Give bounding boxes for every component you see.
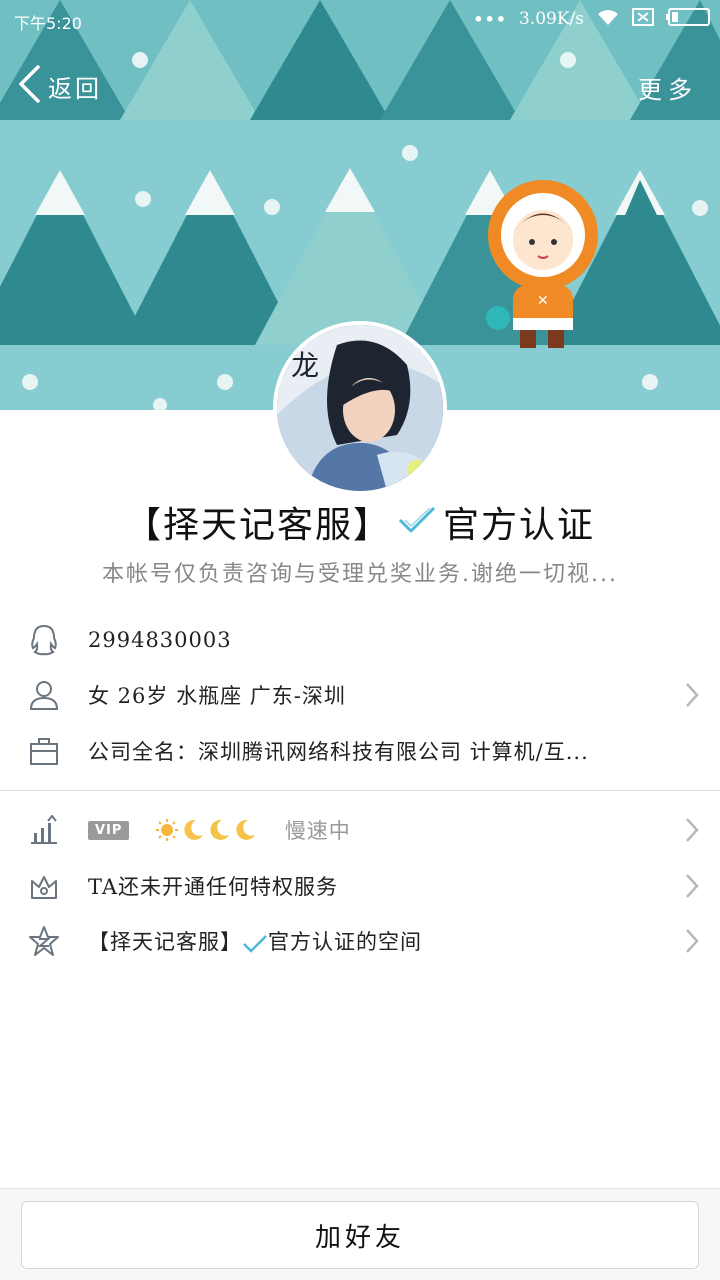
qq-icon [28, 624, 60, 656]
section-divider [0, 790, 720, 791]
nav-bar: 返回 更多 [0, 60, 720, 110]
qq-number-row: 2994830003 [0, 612, 720, 668]
moon-icon [184, 819, 204, 840]
avatar-image: 龙 [277, 325, 443, 491]
profile-name-row: 【择天记客服】 官方认证 [0, 494, 720, 550]
verified-check-icon [242, 930, 268, 954]
qzone-suffix: 官方认证的空间 [268, 930, 422, 954]
vip-level-row[interactable]: VIP 慢速中 [0, 802, 720, 858]
speed-status: 慢速中 [284, 819, 351, 843]
chevron-right-icon [684, 681, 700, 713]
chevron-right-icon [684, 816, 700, 848]
person-icon [28, 679, 60, 711]
vip-badge: VIP [88, 820, 130, 840]
certification-label: 官方认证 [443, 505, 596, 546]
level-icons [155, 818, 257, 842]
crown-icon [28, 870, 60, 902]
verified-check-icon [397, 505, 437, 539]
qq-number: 2994830003 [88, 628, 232, 652]
battery-icon [666, 8, 710, 30]
chevron-right-icon [684, 872, 700, 904]
privilege-row[interactable]: TA还未开通任何特权服务 [0, 858, 720, 914]
back-label: 返回 [48, 74, 102, 103]
company-row: 公司全名：深圳腾讯网络科技有限公司 计算机/互... [0, 723, 720, 779]
level-chart-icon [28, 814, 60, 846]
more-notifications-dots: ••• [473, 9, 507, 29]
chevron-right-icon [684, 927, 700, 959]
profile-bio: 本帐号仅负责咨询与受理兑奖业务.谢绝一切视... [102, 562, 618, 587]
back-button[interactable]: 返回 [16, 64, 102, 108]
wifi-icon [596, 8, 620, 30]
company-text: 公司全名：深圳腾讯网络科技有限公司 计算机/互... [88, 740, 589, 764]
qzone-text: 【择天记客服】 官方认证的空间 [88, 926, 422, 956]
qzone-owner-name: 【择天记客服】 [88, 930, 242, 954]
profile-name: 【择天记客服】 [124, 505, 391, 546]
company-icon [28, 735, 60, 767]
basic-info-text: 女 26岁 水瓶座 广东-深圳 [88, 684, 346, 708]
sun-icon [156, 819, 179, 841]
network-speed: 3.09K/s [518, 9, 584, 29]
svg-text:✕: ✕ [537, 293, 549, 309]
chevron-left-icon [16, 64, 42, 108]
basic-info-row[interactable]: 女 26岁 水瓶座 广东-深圳 [0, 667, 720, 723]
svg-text:龙: 龙 [291, 349, 319, 382]
bottom-bar: 加好友 [0, 1188, 720, 1280]
no-sim-icon [632, 8, 654, 30]
more-button[interactable]: 更多 [638, 70, 698, 105]
qzone-star-icon [28, 925, 60, 957]
privilege-text: TA还未开通任何特权服务 [88, 875, 339, 899]
moon-icon [210, 819, 230, 840]
status-bar: 下午5:20 ••• 3.09K/s [0, 0, 720, 40]
status-time: 下午5:20 [14, 14, 82, 33]
vip-level-content: VIP 慢速中 [88, 815, 351, 845]
qzone-row[interactable]: 【择天记客服】 官方认证的空间 [0, 913, 720, 969]
moon-icon [236, 819, 256, 840]
avatar[interactable]: 龙 [273, 321, 447, 495]
add-friend-button[interactable]: 加好友 [21, 1201, 699, 1269]
